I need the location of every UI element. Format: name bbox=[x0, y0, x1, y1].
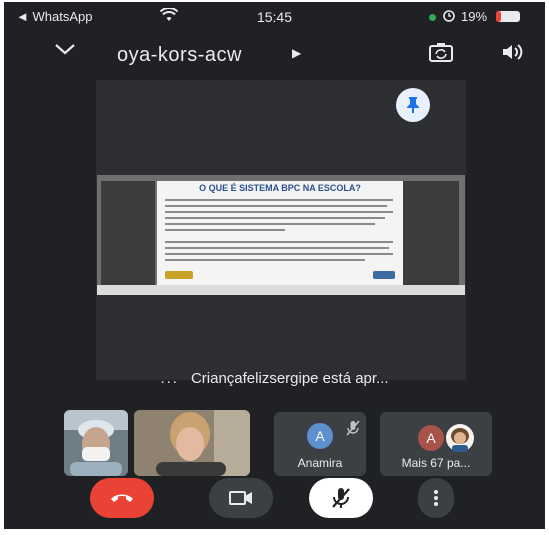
participant-tile-anamira[interactable]: A Anamira bbox=[274, 412, 366, 476]
participant-tile[interactable] bbox=[64, 410, 128, 476]
more-options-button[interactable] bbox=[418, 478, 454, 518]
shared-screen-left-panel bbox=[101, 181, 155, 285]
camera-toggle-button[interactable] bbox=[209, 478, 273, 518]
slide-text-line bbox=[165, 241, 393, 243]
slide-text-line bbox=[165, 253, 393, 255]
end-call-button[interactable] bbox=[90, 478, 154, 518]
slide-text-line bbox=[165, 223, 375, 225]
chevron-down-icon[interactable] bbox=[54, 42, 76, 61]
slide-text-line bbox=[165, 229, 285, 231]
mic-off-icon bbox=[332, 488, 350, 508]
slide-text-line bbox=[165, 247, 389, 249]
video-camera-icon bbox=[229, 491, 252, 505]
participant-video bbox=[134, 410, 250, 476]
shared-screen-right-panel bbox=[403, 181, 459, 285]
more-vert-icon bbox=[434, 490, 438, 506]
alarm-icon bbox=[442, 9, 456, 26]
participant-tile-more[interactable]: A Mais 67 pa... bbox=[380, 412, 492, 476]
participant-photo-avatar bbox=[446, 424, 474, 457]
slide-text-line bbox=[165, 217, 385, 219]
microphone-toggle-button[interactable] bbox=[309, 478, 373, 518]
meeting-header: oya-kors-acw ▶ bbox=[4, 32, 545, 76]
meeting-title[interactable]: oya-kors-acw bbox=[117, 44, 242, 67]
battery-percent: 19% bbox=[461, 9, 488, 24]
participant-name: Anamira bbox=[297, 456, 343, 470]
slide-logo bbox=[373, 271, 395, 279]
meet-screen: ◄ WhatsApp 15:45 19% oya-kors-acw ▶ O QU… bbox=[4, 2, 545, 529]
participant-avatar: A bbox=[307, 423, 333, 449]
slide-logo bbox=[165, 271, 193, 279]
presenter-caption: ... Criançafelizsergipe está apr... bbox=[4, 370, 545, 387]
slide-title: O QUE É SISTEMA BPC NA ESCOLA? bbox=[199, 183, 361, 193]
battery-level bbox=[496, 11, 501, 22]
shared-screen: O QUE É SISTEMA BPC NA ESCOLA? bbox=[97, 175, 465, 295]
speaker-icon[interactable] bbox=[501, 42, 525, 67]
presenter-caption-text: Criançafelizsergipe está apr... bbox=[190, 370, 389, 387]
status-bar: ◄ WhatsApp 15:45 19% bbox=[4, 2, 545, 32]
shared-screen-taskbar bbox=[97, 285, 465, 295]
participant-avatar: A bbox=[418, 425, 444, 451]
participant-tile[interactable] bbox=[134, 410, 250, 476]
participant-video bbox=[64, 410, 128, 476]
mic-off-icon bbox=[346, 420, 360, 441]
slide-text-line bbox=[165, 259, 365, 261]
battery-icon bbox=[496, 11, 520, 22]
end-call-icon bbox=[111, 494, 133, 502]
camera-switch-icon[interactable] bbox=[429, 42, 453, 67]
slide-text-line bbox=[165, 205, 387, 207]
presenter-more-icon[interactable]: ... bbox=[160, 370, 179, 387]
more-participants-label: Mais 67 pa... bbox=[401, 456, 471, 470]
pin-icon[interactable] bbox=[396, 88, 430, 122]
recording-dot bbox=[429, 14, 436, 21]
slide-text-line bbox=[165, 199, 393, 201]
presentation-slide: O QUE É SISTEMA BPC NA ESCOLA? bbox=[157, 181, 403, 285]
slide-text-line bbox=[165, 211, 393, 213]
play-icon: ▶ bbox=[292, 46, 302, 60]
